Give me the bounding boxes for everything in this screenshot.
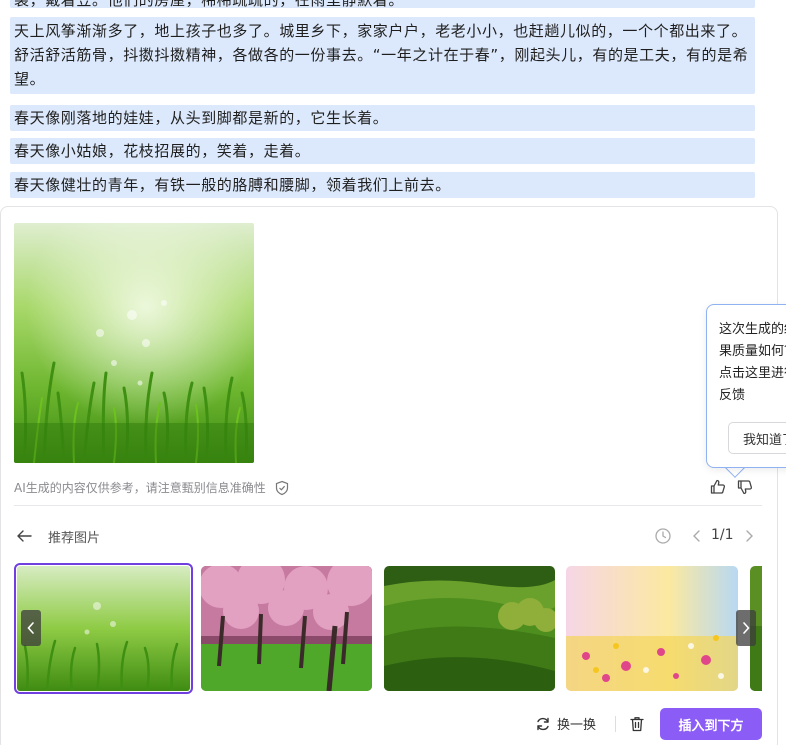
thumbnail-flower-meadow[interactable] (566, 566, 738, 691)
insert-below-button[interactable]: 插入到下方 (660, 708, 762, 740)
pagination-text: 1/1 (711, 527, 734, 543)
paragraph[interactable]: 春天像健壮的青年，有铁一般的胳膊和腰脚，领着我们上前去。 (10, 172, 755, 198)
feedback-tooltip: 这次生成的结果质量如何？点击这里进行反馈 我知道了 (706, 304, 786, 468)
recommend-bar: 推荐图片 1/1 (14, 526, 762, 546)
history-icon[interactable] (654, 527, 672, 545)
thumbnail-green-hills[interactable] (384, 566, 555, 691)
trash-icon[interactable] (628, 715, 646, 733)
chevron-left-icon[interactable] (690, 528, 704, 544)
disclaimer-text: AI生成的内容仅供参考，请注意甄别信息准确性 (14, 481, 266, 495)
chevron-right-icon[interactable] (742, 528, 756, 544)
tooltip-dismiss-button[interactable]: 我知道了 (728, 422, 786, 454)
paragraph[interactable]: 春天像刚落地的娃娃，从头到脚都是新的，它生长着。 (10, 105, 755, 131)
divider (14, 505, 762, 506)
chevron-right-icon (743, 622, 750, 634)
chevron-left-icon (27, 622, 34, 634)
swap-label: 换一换 (557, 718, 597, 733)
thumbs-down-icon[interactable] (736, 478, 754, 496)
thumbnail-cherry-trees[interactable] (201, 566, 372, 691)
paragraph[interactable]: 春天像小姑娘，花枝招展的，笑着，走着。 (10, 138, 755, 164)
thumbnail-next-button[interactable] (736, 610, 756, 646)
recommend-title: 推荐图片 (48, 530, 101, 546)
thumbnail-prev-button[interactable] (21, 610, 41, 646)
swap-button[interactable]: 换一换 (535, 714, 596, 733)
back-arrow-icon[interactable] (14, 526, 34, 546)
thumbs-up-icon[interactable] (709, 478, 727, 496)
divider (615, 716, 616, 732)
paragraph[interactable]: 裳，戴着笠。他们的房屋，稀稀疏疏的，在雨里静默着。 (10, 0, 755, 8)
generated-image[interactable] (14, 223, 254, 463)
document-area: 裳，戴着笠。他们的房屋，稀稀疏疏的，在雨里静默着。 天上风筝渐渐多了，地上孩子也… (0, 0, 786, 205)
shield-icon (275, 480, 288, 495)
ai-disclaimer: AI生成的内容仅供参考，请注意甄别信息准确性 (14, 479, 290, 496)
refresh-icon (537, 717, 549, 730)
paragraph[interactable]: 天上风筝渐渐多了，地上孩子也多了。城里乡下，家家户户，老老小小，也赶趟儿似的，一… (10, 17, 755, 94)
action-bar: 换一换 插入到下方 (0, 708, 786, 740)
tooltip-text: 这次生成的结果质量如何？点击这里进行反馈 (719, 322, 786, 403)
thumbnail-strip (14, 563, 762, 694)
